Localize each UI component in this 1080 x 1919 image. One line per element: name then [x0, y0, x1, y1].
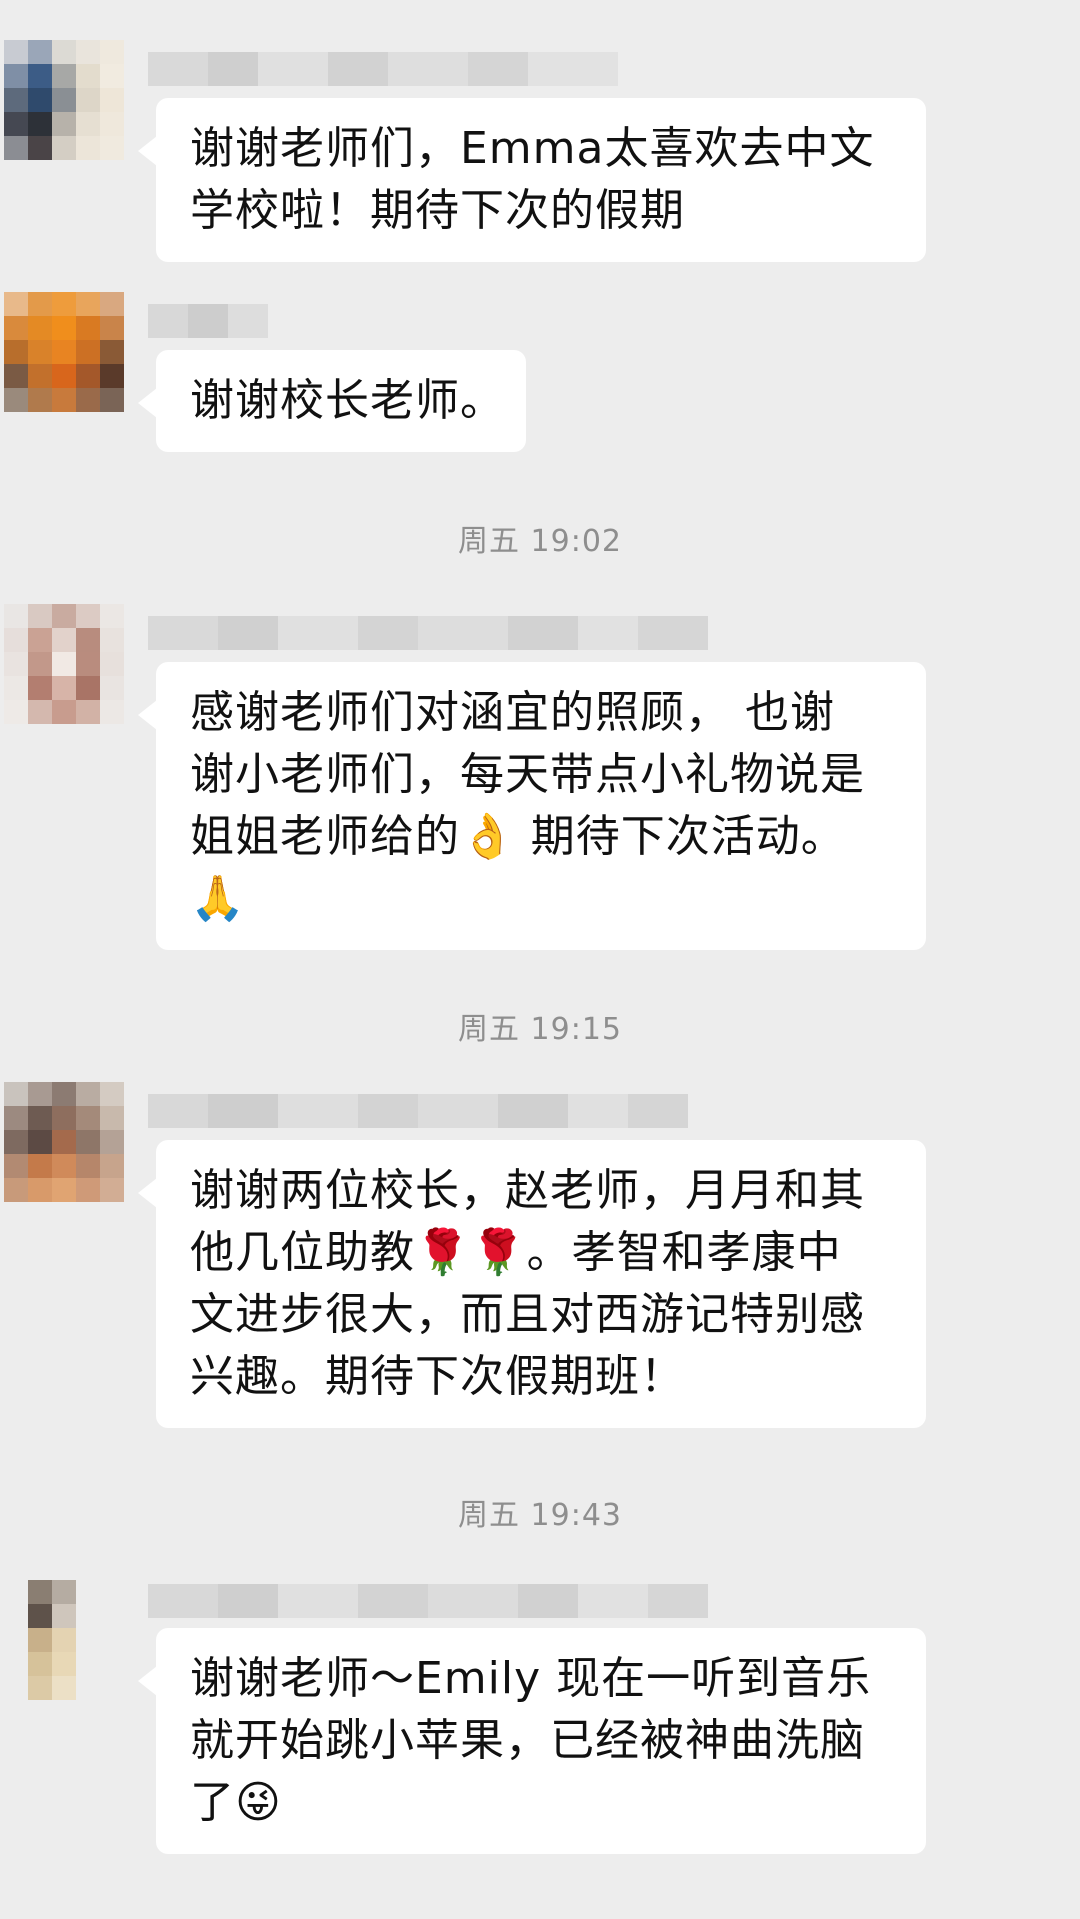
message-text: 谢谢校长老师。 [190, 375, 505, 426]
timestamp: 周五 19:15 [458, 1012, 622, 1047]
sender-name-blurred [148, 616, 708, 650]
sender-name-blurred [148, 52, 618, 86]
message-text: 就开始跳小苹果，已经被神曲洗脑 [190, 1715, 865, 1766]
message-text: 🙏 [190, 873, 246, 924]
avatar[interactable] [4, 292, 124, 412]
sender-name-blurred [148, 304, 268, 338]
message-text: 他几位助教🌹🌹。孝智和孝康中 [190, 1227, 842, 1278]
message-bubble[interactable]: 谢谢老师～Emily 现在一听到音乐 就开始跳小苹果，已经被神曲洗脑 了😜 [138, 1628, 926, 1854]
message-text: 谢谢老师们，Emma太喜欢去中文 [190, 123, 875, 174]
timestamp: 周五 19:43 [458, 1498, 622, 1533]
message-text: 兴趣。期待下次假期班！ [190, 1351, 685, 1402]
avatar[interactable] [4, 604, 124, 724]
sender-name-blurred [148, 1584, 708, 1618]
message-text: 谢谢两位校长，赵老师，月月和其 [190, 1165, 865, 1216]
message-text: 谢小老师们，每天带点小礼物说是 [190, 749, 865, 800]
message-bubble[interactable]: 谢谢老师们，Emma太喜欢去中文 学校啦！期待下次的假期 [138, 98, 926, 262]
message-text: 感谢老师们对涵宜的照顾， 也谢 [190, 687, 835, 738]
message-bubble[interactable]: 谢谢两位校长，赵老师，月月和其 他几位助教🌹🌹。孝智和孝康中 文进步很大，而且对… [138, 1140, 926, 1428]
message-text: 谢谢老师～Emily 现在一听到音乐 [190, 1653, 872, 1704]
timestamp: 周五 19:02 [458, 524, 622, 559]
sender-name-blurred [148, 1094, 688, 1128]
avatar[interactable] [4, 1082, 124, 1202]
message-bubble[interactable]: 谢谢校长老师。 [138, 350, 526, 452]
avatar[interactable] [4, 1580, 124, 1700]
message-text: 姐姐老师给的👌 期待下次活动。 [190, 811, 846, 862]
message-bubble[interactable]: 感谢老师们对涵宜的照顾， 也谢 谢小老师们，每天带点小礼物说是 姐姐老师给的👌 … [138, 662, 926, 950]
avatar[interactable] [4, 40, 124, 160]
message-text: 了😜 [190, 1777, 282, 1828]
message-text: 文进步很大，而且对西游记特别感 [190, 1289, 865, 1340]
message-text: 学校啦！期待下次的假期 [190, 185, 685, 236]
